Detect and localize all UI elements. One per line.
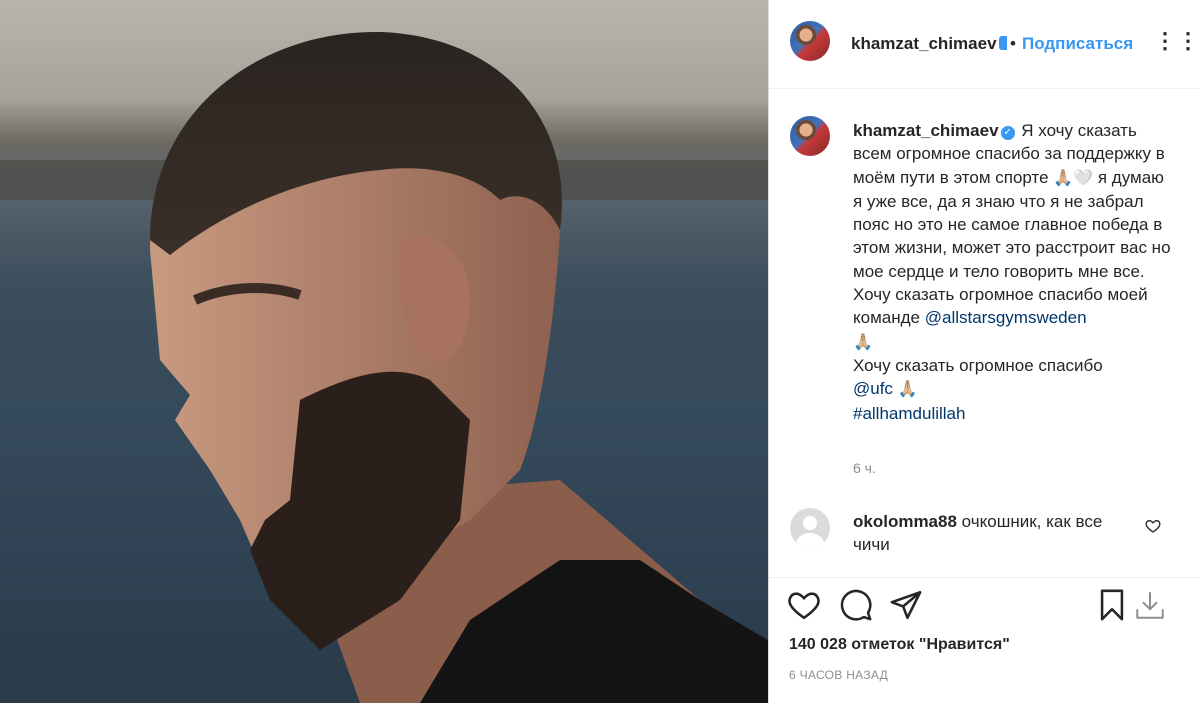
verified-icon bbox=[999, 36, 1007, 50]
caption-text: khamzat_chimaev ✓ Я хочу сказать всем огр… bbox=[853, 119, 1173, 425]
likes-count[interactable]: 140 028 отметок "Нравится" bbox=[789, 636, 1010, 654]
send-icon[interactable] bbox=[889, 588, 923, 622]
separator-dot: • bbox=[1010, 34, 1016, 53]
caption-part-2: я думаю я уже все, да я знаю что я не за… bbox=[853, 167, 1171, 328]
header-username[interactable]: khamzat_chimaev bbox=[851, 34, 997, 54]
post-actions: 140 028 отметок "Нравится" 6 часов назад bbox=[769, 577, 1200, 704]
bookmark-icon[interactable] bbox=[1095, 588, 1129, 622]
caption-emoji-2: 🙏🏼 bbox=[853, 333, 873, 351]
caption-emoji-3: 🙏🏼 bbox=[897, 381, 918, 399]
heart-icon[interactable] bbox=[1145, 518, 1161, 534]
caption-emoji-1: 🙏🏼🤍 bbox=[1053, 169, 1094, 187]
avatar[interactable] bbox=[790, 508, 830, 548]
heart-icon[interactable] bbox=[787, 588, 821, 622]
avatar[interactable] bbox=[790, 21, 830, 61]
comment-icon[interactable] bbox=[839, 588, 873, 622]
post-panel: khamzat_chimaev • Подписаться ⋮⋮⋮ khamza… bbox=[769, 0, 1200, 703]
caption-time: 6 ч. bbox=[853, 460, 876, 476]
post-time: 6 часов назад bbox=[789, 668, 889, 682]
caption-username[interactable]: khamzat_chimaev bbox=[853, 121, 999, 140]
caption-part-3: Хочу сказать огромное спасибо bbox=[853, 355, 1103, 375]
hashtag-link[interactable]: #allhamdulillah bbox=[853, 404, 965, 423]
verified-icon: ✓ bbox=[1000, 126, 1015, 140]
mention-link[interactable]: @ufc bbox=[853, 379, 893, 398]
comment-username[interactable]: okolomma88 bbox=[853, 512, 957, 531]
more-icon[interactable]: ⋮⋮⋮ bbox=[1154, 28, 1200, 54]
mention-link[interactable]: @allstarsgymsweden bbox=[925, 308, 1087, 327]
comment-text: okolomma88 очкошник, как все чичи bbox=[853, 510, 1133, 556]
follow-button[interactable]: Подписаться bbox=[1022, 34, 1133, 54]
post-photo bbox=[0, 0, 768, 703]
post-header: khamzat_chimaev • Подписаться ⋮⋮⋮ bbox=[769, 0, 1200, 89]
photo-illustration bbox=[0, 31, 768, 703]
avatar[interactable] bbox=[790, 116, 830, 156]
download-icon[interactable] bbox=[1133, 588, 1167, 622]
